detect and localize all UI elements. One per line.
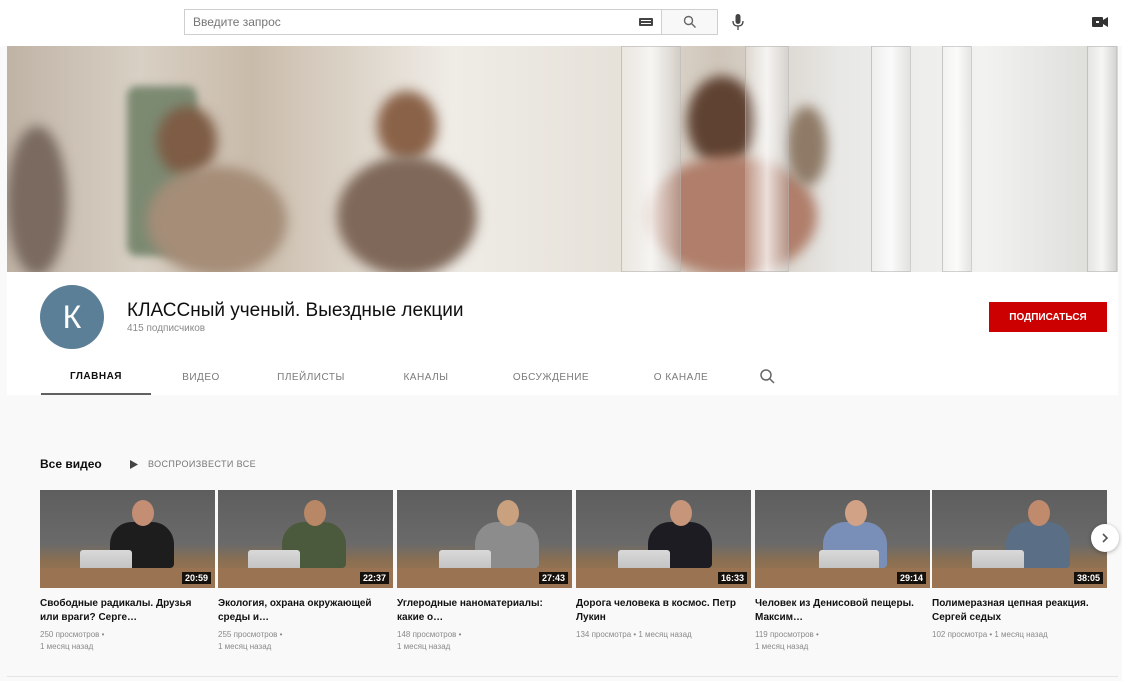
video-card[interactable]: 38:05 Полимеразная цепная реакция. Серге… [932,490,1107,641]
video-duration: 27:43 [538,572,568,584]
play-all-label: ВОСПРОИЗВЕСТИ ВСЕ [148,459,257,469]
search-input[interactable] [185,10,665,34]
tab-about[interactable]: О КАНАЛЕ [621,360,741,395]
video-thumbnail[interactable]: 38:05 [932,490,1107,588]
video-duration: 38:05 [1073,572,1103,584]
video-duration: 20:59 [181,572,211,584]
video-thumbnail[interactable]: 29:14 [755,490,930,588]
video-thumbnail[interactable]: 22:37 [218,490,393,588]
video-thumbnail[interactable]: 20:59 [40,490,215,588]
create-video-icon[interactable] [1090,12,1110,32]
video-thumbnail[interactable]: 16:33 [576,490,751,588]
video-views: 255 просмотров • [218,630,283,639]
top-bar [0,0,1122,46]
video-duration: 16:33 [717,572,747,584]
video-duration: 29:14 [896,572,926,584]
tab-home[interactable]: ГЛАВНАЯ [41,360,151,395]
video-age: 1 месяц назад [755,642,809,651]
video-views: 250 просмотров • [40,630,105,639]
video-duration: 22:37 [359,572,389,584]
microphone-icon [732,14,744,30]
video-title[interactable]: Дорога человека в космос. Петр Лукин [576,597,746,625]
video-views: 119 просмотров • [755,630,819,639]
search-button[interactable] [662,9,718,35]
video-title[interactable]: Углеродные наноматериалы: какие о… [397,597,567,625]
tab-playlists[interactable]: ПЛЕЙЛИСТЫ [251,360,371,395]
play-icon [130,459,138,469]
tab-channels[interactable]: КАНАЛЫ [371,360,481,395]
video-title[interactable]: Полимеразная цепная реакция. Сергей седы… [932,597,1102,625]
video-views: 134 просмотра • 1 месяц назад [576,630,692,639]
video-age: 1 месяц назад [218,642,272,651]
video-thumbnail[interactable]: 27:43 [397,490,572,588]
video-title[interactable]: Экология, охрана окружающей среды и… [218,597,388,625]
video-age: 1 месяц назад [40,642,94,651]
video-card[interactable]: 22:37 Экология, охрана окружающей среды … [218,490,393,653]
video-title[interactable]: Человек из Денисовой пещеры. Максим… [755,597,925,625]
play-all-button[interactable]: ВОСПРОИЗВЕСТИ ВСЕ [130,455,256,473]
subscriber-count: 415 подписчиков [127,323,206,334]
search-icon [683,15,696,28]
chevron-right-icon [1102,533,1109,543]
video-views: 148 просмотров • [397,630,462,639]
channel-search-icon[interactable] [759,368,777,386]
video-card[interactable]: 16:33 Дорога человека в космос. Петр Лук… [576,490,751,641]
video-card[interactable]: 20:59 Свободные радикалы. Друзья или вра… [40,490,215,653]
divider [7,676,1118,677]
video-age: 1 месяц назад [397,642,451,651]
channel-avatar[interactable]: К [40,285,104,349]
tab-videos[interactable]: ВИДЕО [151,360,251,395]
video-title[interactable]: Свободные радикалы. Друзья или враги? Се… [40,597,210,625]
section-title: Все видео [40,457,102,471]
tab-discussion[interactable]: ОБСУЖДЕНИЕ [481,360,621,395]
channel-title: КЛАССный ученый. Выездные лекции [127,300,464,321]
channel-banner [7,46,1118,272]
video-card[interactable]: 29:14 Человек из Денисовой пещеры. Макси… [755,490,930,653]
channel-header: К КЛАССный ученый. Выездные лекции 415 п… [7,272,1118,395]
video-views: 102 просмотра • 1 месяц назад [932,630,1048,639]
video-card[interactable]: 27:43 Углеродные наноматериалы: какие о…… [397,490,572,653]
voice-search-button[interactable] [728,11,748,33]
search-box[interactable] [184,9,665,35]
shelf-next-button[interactable] [1091,524,1119,552]
subscribe-button[interactable]: ПОДПИСАТЬСЯ [989,302,1107,332]
keyboard-icon[interactable] [639,18,653,26]
